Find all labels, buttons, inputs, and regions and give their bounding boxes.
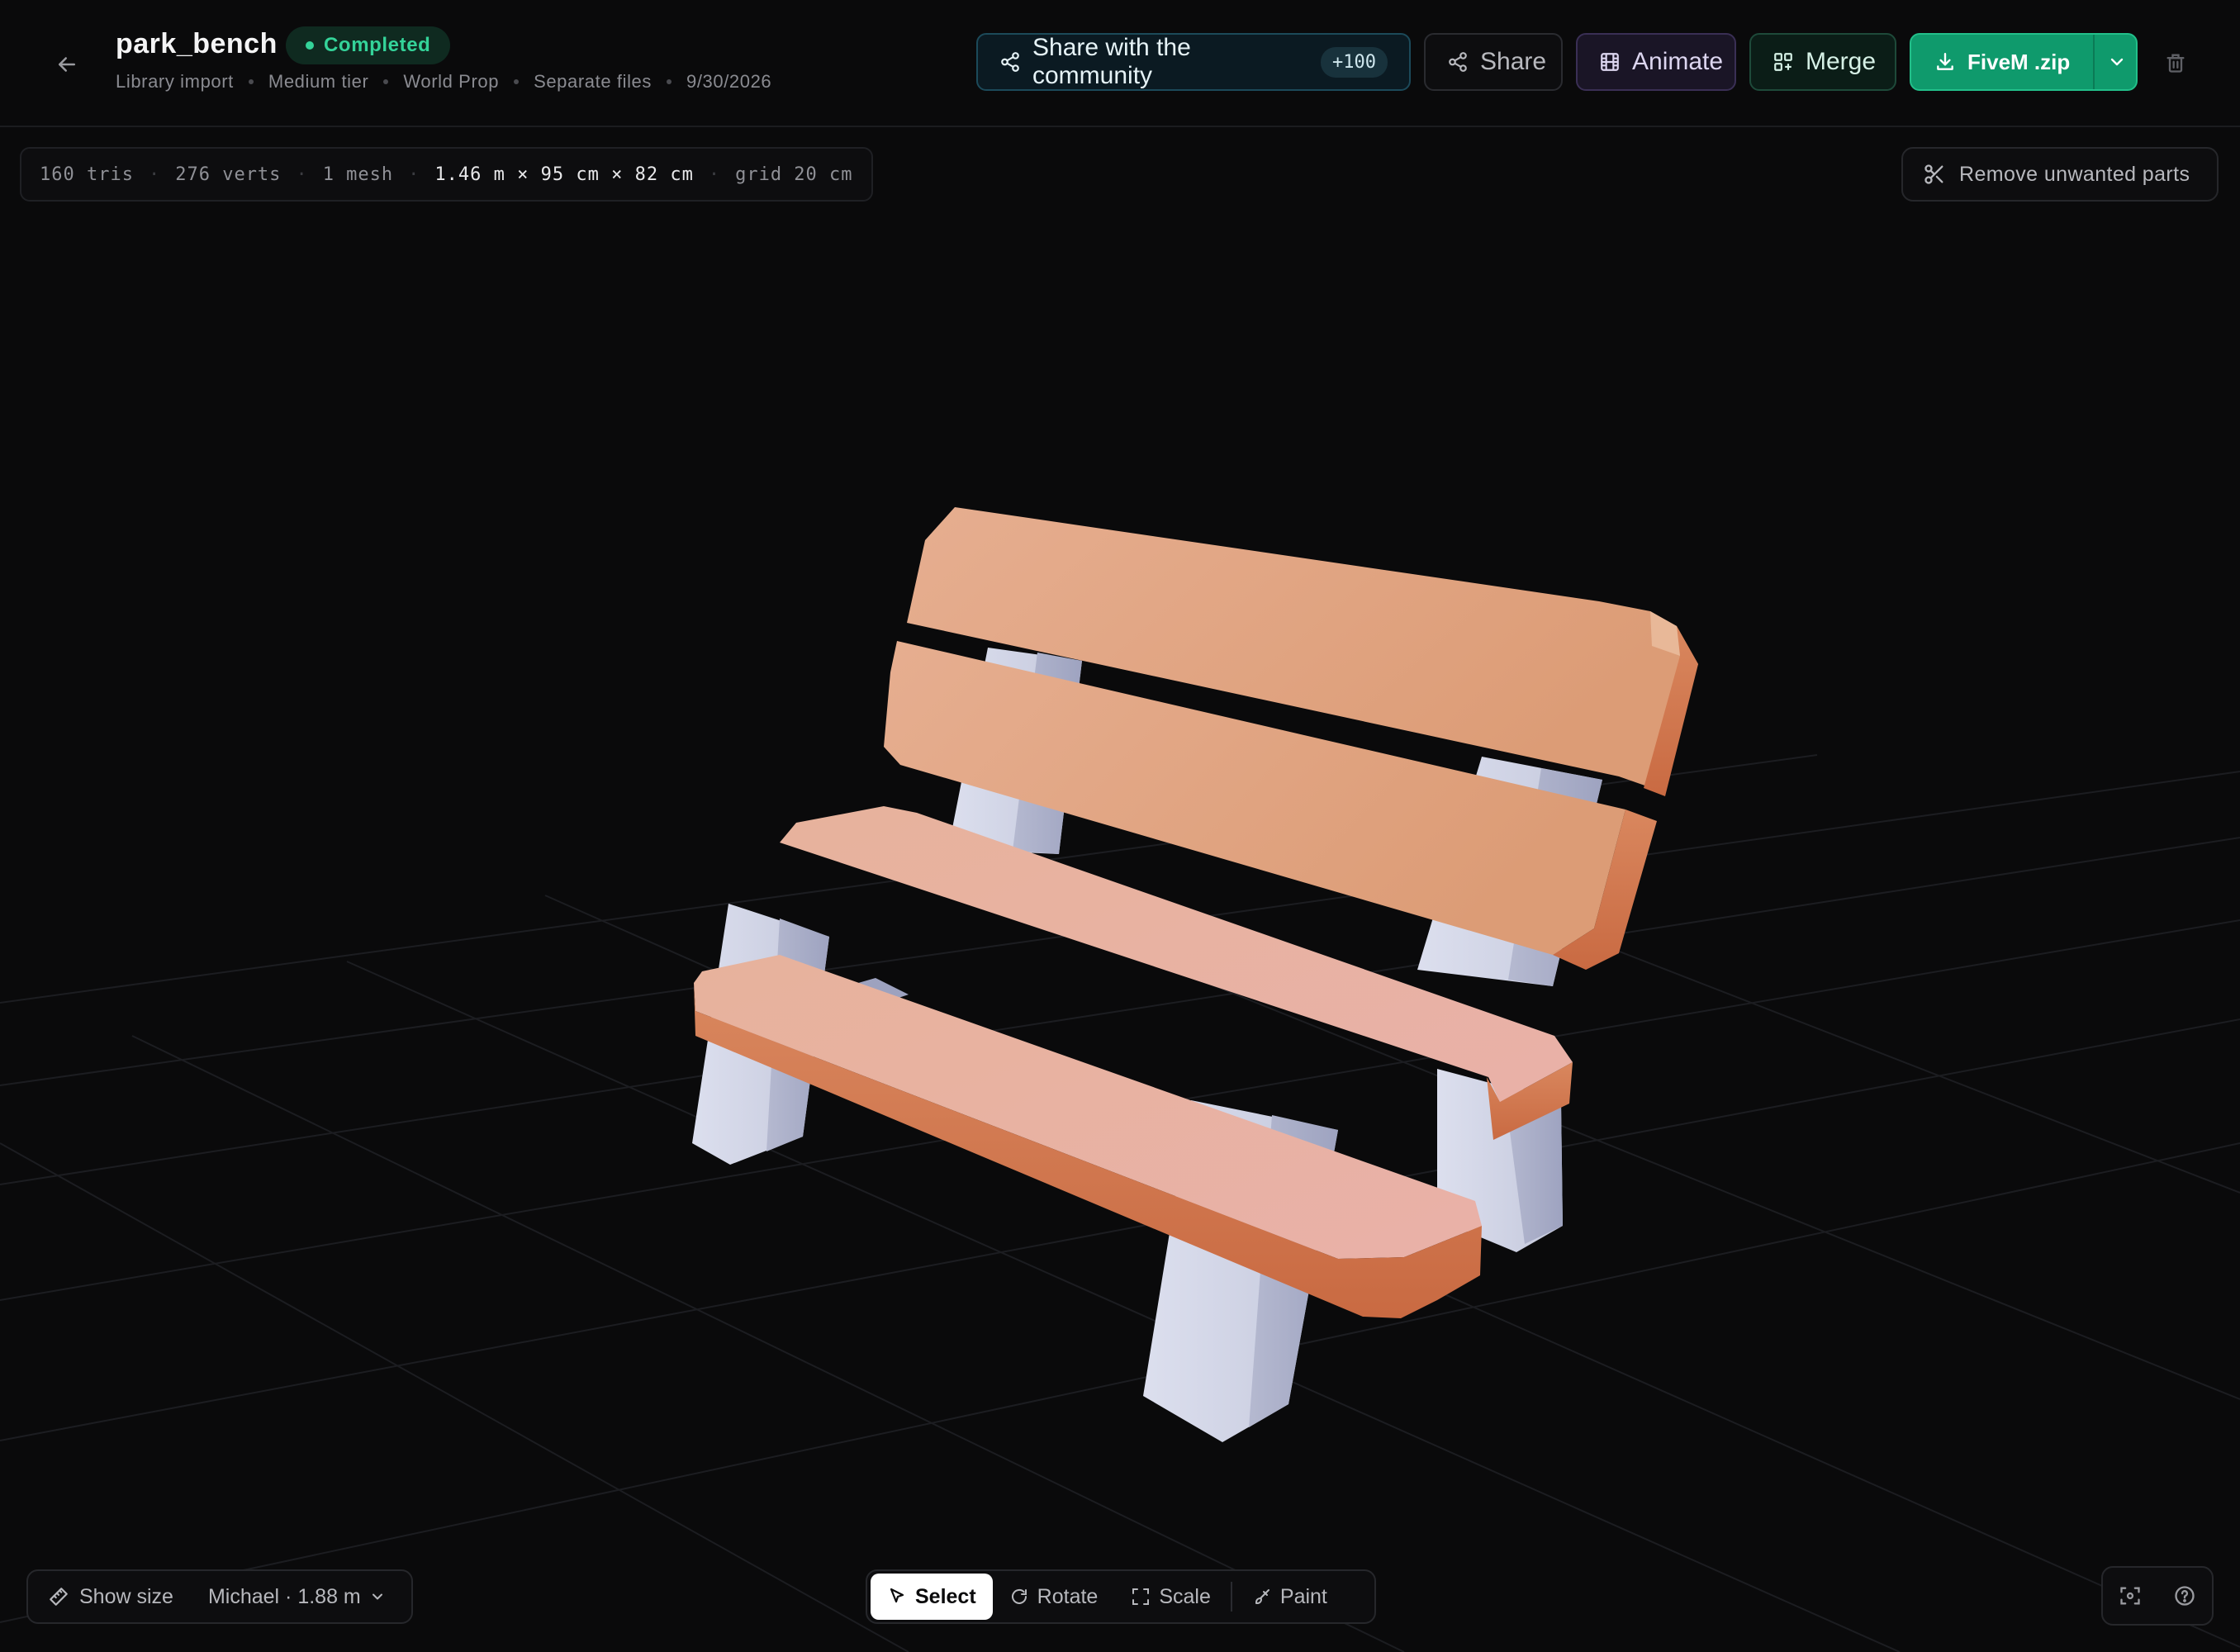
transform-toolbar: Select Rotate Scale Paint <box>866 1569 1376 1624</box>
meta-separator <box>667 79 672 84</box>
rotate-icon <box>1011 1588 1027 1604</box>
status-dot <box>306 41 314 50</box>
share-community-label: Share with the community <box>1032 34 1191 89</box>
paint-label: Paint <box>1279 1584 1327 1608</box>
paint-tool[interactable]: Paint <box>1236 1574 1344 1620</box>
download-button[interactable]: FiveM .zip <box>1910 33 2138 91</box>
share-label: Share <box>1480 48 1547 75</box>
dimensions: 1.46 m × 95 cm × 82 cm <box>434 164 694 185</box>
meta-separator <box>383 79 389 84</box>
animate-label: Animate <box>1632 48 1724 75</box>
asset-meta: Library import Medium tier World Prop Se… <box>116 71 771 93</box>
grid-size: grid 20 cm <box>735 164 853 185</box>
scale-icon <box>1132 1588 1150 1605</box>
chevron-down-icon[interactable] <box>2095 35 2139 89</box>
reference-person-select[interactable]: Michael · 1.88 m <box>208 1585 386 1609</box>
meta-date: 9/30/2026 <box>686 71 772 92</box>
select-label: Select <box>915 1584 976 1608</box>
rotate-label: Rotate <box>1037 1584 1099 1608</box>
merge-label: Merge <box>1806 48 1877 75</box>
page-title: park_bench <box>116 28 278 59</box>
brush-icon <box>1255 1589 1269 1604</box>
meta-separator <box>514 79 520 84</box>
scissors-icon <box>1924 164 1943 184</box>
animate-button[interactable]: Animate <box>1576 33 1736 91</box>
share-nodes-icon <box>1449 52 1467 72</box>
verts-count: 276 verts <box>175 164 282 185</box>
tris-count: 160 tris <box>40 164 134 185</box>
meta-separator <box>248 79 254 84</box>
merge-button[interactable]: Merge <box>1749 33 1896 91</box>
film-icon <box>1601 53 1619 71</box>
show-size-toggle[interactable]: Show size <box>48 1585 173 1609</box>
status-badge: Completed <box>286 26 451 64</box>
help-icon[interactable] <box>2168 1579 2201 1612</box>
size-controls: Show size Michael · 1.88 m <box>26 1569 413 1624</box>
community-count-badge: +100 <box>1321 46 1388 78</box>
trash-icon[interactable] <box>2159 46 2192 79</box>
meta-category: World Prop <box>403 71 500 92</box>
cursor-icon <box>890 1588 904 1603</box>
share-nodes-icon <box>1001 52 1019 72</box>
select-tool[interactable]: Select <box>871 1574 993 1620</box>
meta-tier: Medium tier <box>268 71 369 92</box>
show-size-label: Show size <box>79 1584 173 1608</box>
view-controls <box>2101 1566 2214 1626</box>
mesh-stats: 160 tris · 276 verts · 1 mesh · 1.46 m ×… <box>20 147 873 202</box>
meta-source: Library import <box>116 71 234 92</box>
status-label: Completed <box>324 34 431 56</box>
reference-person-label: Michael · 1.88 m <box>207 1584 361 1608</box>
3d-viewport[interactable] <box>0 127 2240 1652</box>
scale-tool[interactable]: Scale <box>1114 1574 1227 1620</box>
share-button[interactable]: Share <box>1424 33 1563 91</box>
share-community-button[interactable]: Share with the community +100 <box>976 33 1411 91</box>
scene-canvas <box>0 507 2240 1652</box>
download-label: FiveM .zip <box>1967 49 2071 74</box>
remove-parts-label: Remove unwanted parts <box>1959 162 2190 186</box>
focus-icon[interactable] <box>2114 1579 2147 1612</box>
top-bar: park_bench Completed Library import Medi… <box>0 0 2240 127</box>
rotate-tool[interactable]: Rotate <box>993 1574 1115 1620</box>
chevron-down-icon <box>372 1593 382 1600</box>
mesh-count: 1 mesh <box>322 164 394 185</box>
download-icon <box>1937 53 1953 70</box>
ruler-icon <box>50 1588 68 1606</box>
scale-label: Scale <box>1159 1584 1211 1608</box>
merge-grid-icon <box>1774 53 1792 71</box>
back-arrow-icon[interactable] <box>48 45 86 83</box>
remove-parts-button[interactable]: Remove unwanted parts <box>1901 147 2219 202</box>
meta-format: Separate files <box>534 71 652 92</box>
toolbar-separator <box>1230 1582 1232 1612</box>
